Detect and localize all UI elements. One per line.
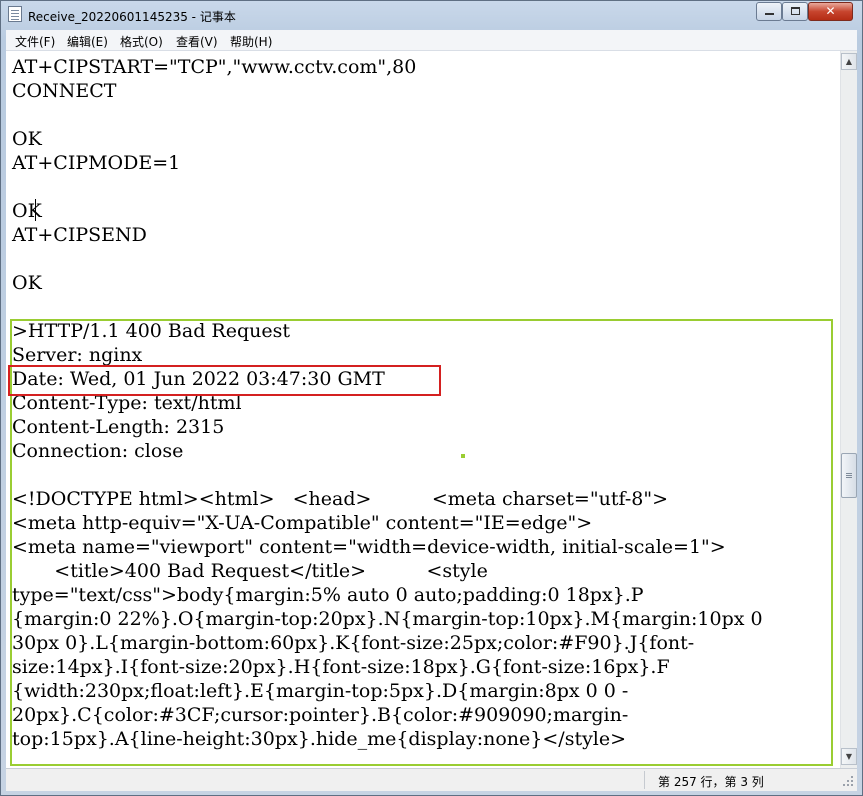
text-editor[interactable]: AT+CIPSTART="TCP","www.cctv.com",80 CONNE… <box>6 51 840 768</box>
resize-grip-icon[interactable] <box>842 775 854 787</box>
minimize-button[interactable] <box>756 2 782 21</box>
text-line: AT+CIPMODE=1 <box>12 152 181 174</box>
menu-bar: 文件(F) 编辑(E) 格式(O) 查看(V) 帮助(H) <box>6 30 857 51</box>
close-button[interactable]: ✕ <box>808 2 853 21</box>
status-divider <box>644 771 645 789</box>
text-line: OK <box>12 272 42 294</box>
text-line: OK <box>12 200 42 222</box>
menu-file[interactable]: 文件(F) <box>15 33 55 50</box>
notepad-window: Receive_20220601145235 - 记事本 ✕ 文件(F) 编辑(… <box>0 0 863 796</box>
scroll-down-button[interactable]: ▼ <box>841 748 857 765</box>
window-title: Receive_20220601145235 - 记事本 <box>28 10 236 24</box>
maximize-icon <box>791 7 800 15</box>
scroll-thumb[interactable] <box>841 453 857 498</box>
title-bar[interactable]: Receive_20220601145235 - 记事本 ✕ <box>1 1 862 29</box>
date-highlight-box <box>8 365 441 396</box>
text-caret <box>35 199 36 221</box>
status-bar: 第 257 行，第 3 列 <box>6 768 857 791</box>
maximize-button[interactable] <box>782 2 808 21</box>
notepad-icon <box>8 6 22 22</box>
menu-view[interactable]: 查看(V) <box>176 33 218 50</box>
menu-help[interactable]: 帮助(H) <box>230 33 272 50</box>
scroll-up-button[interactable]: ▲ <box>841 53 857 70</box>
menu-format[interactable]: 格式(O) <box>120 33 163 50</box>
close-icon: ✕ <box>825 4 836 18</box>
menu-edit[interactable]: 编辑(E) <box>67 33 108 50</box>
text-line: CONNECT <box>12 80 117 102</box>
cursor-position: 第 257 行，第 3 列 <box>658 775 764 789</box>
text-line: AT+CIPSTART="TCP","www.cctv.com",80 <box>12 56 417 78</box>
highlight-marker <box>461 454 465 458</box>
minimize-icon <box>765 13 774 15</box>
text-line: OK <box>12 128 42 150</box>
text-line: AT+CIPSEND <box>12 224 147 246</box>
grip-icon <box>846 473 852 474</box>
vertical-scrollbar[interactable]: ▲ ▼ <box>840 51 857 768</box>
